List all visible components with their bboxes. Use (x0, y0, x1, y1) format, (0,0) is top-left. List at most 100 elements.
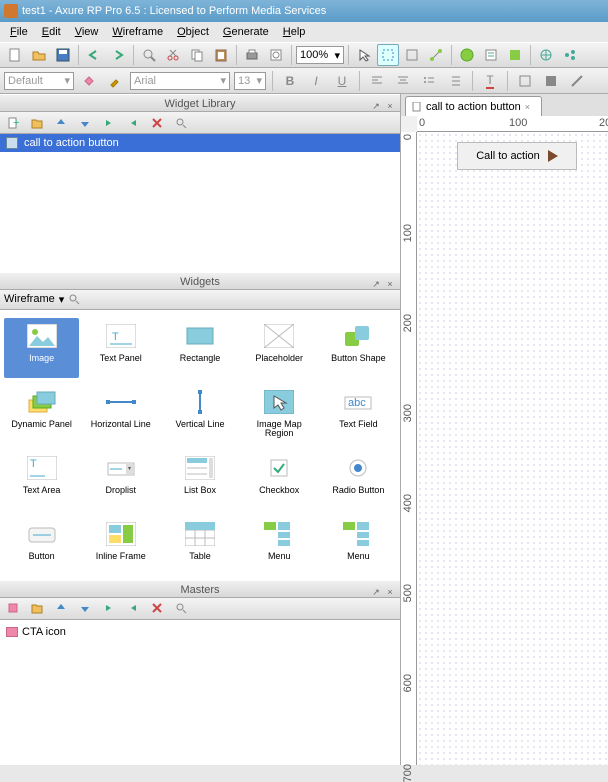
font-dropdown[interactable]: Arial▾ (130, 72, 230, 90)
undo-button[interactable] (83, 44, 105, 66)
line-spacing-button[interactable] (444, 70, 466, 92)
delete-button[interactable] (146, 597, 168, 619)
open-button[interactable] (28, 44, 50, 66)
style-dropdown[interactable]: Default▾ (4, 72, 74, 90)
move-up-button[interactable] (50, 597, 72, 619)
menu-object[interactable]: Object (171, 24, 215, 40)
zoom-input[interactable]: 100%▾ (296, 46, 344, 64)
canvas[interactable]: Call to action (417, 132, 608, 765)
widget-text-area[interactable]: TText Area (4, 450, 79, 510)
panel-pin-icon[interactable]: ↗ (370, 583, 382, 595)
add-master-button[interactable] (2, 597, 24, 619)
panel-pin-icon[interactable]: ↗ (370, 275, 382, 287)
spec-button[interactable] (480, 44, 502, 66)
widget-checkbox[interactable]: Checkbox (242, 450, 317, 510)
add-folder-button[interactable] (26, 597, 48, 619)
brush-button[interactable] (104, 70, 126, 92)
axshare-button[interactable] (535, 44, 557, 66)
copy-button[interactable] (186, 44, 208, 66)
add-page-button[interactable]: + (2, 112, 24, 134)
widget-rectangle[interactable]: Rectangle (162, 318, 237, 378)
widget-icon (341, 520, 375, 548)
publish-button[interactable] (456, 44, 478, 66)
new-button[interactable] (4, 44, 26, 66)
menu-view[interactable]: View (69, 24, 105, 40)
widget-menu[interactable]: Menu (321, 516, 396, 576)
indent-button[interactable] (122, 112, 144, 134)
bullets-button[interactable] (418, 70, 440, 92)
panel-close-icon[interactable]: × (384, 275, 396, 287)
tab-call-to-action[interactable]: call to action button × (405, 96, 542, 116)
widget-table[interactable]: Table (162, 516, 237, 576)
search-button[interactable] (170, 597, 192, 619)
select-tool[interactable] (353, 44, 375, 66)
select-mode[interactable] (377, 44, 399, 66)
widget-dynamic-panel[interactable]: Dynamic Panel (4, 384, 79, 444)
widget-label: List Box (184, 486, 216, 506)
preview-button[interactable] (265, 44, 287, 66)
master-item[interactable]: CTA icon (4, 624, 396, 640)
widget-button-shape[interactable]: Button Shape (321, 318, 396, 378)
share-button[interactable] (559, 44, 581, 66)
print-button[interactable] (241, 44, 263, 66)
panel-pin-icon[interactable]: ↗ (370, 97, 382, 109)
border-button[interactable] (514, 70, 536, 92)
text-color-button[interactable]: T (479, 70, 501, 92)
cut-button[interactable] (162, 44, 184, 66)
region-tool[interactable] (401, 44, 423, 66)
outdent-button[interactable] (98, 112, 120, 134)
widget-icon (341, 322, 375, 350)
underline-button[interactable]: U (331, 70, 353, 92)
widget-label: Button (29, 552, 55, 572)
widget-droplist[interactable]: Droplist (83, 450, 158, 510)
save-button[interactable] (52, 44, 74, 66)
widget-label: Text Panel (100, 354, 142, 374)
widget-text-panel[interactable]: TText Panel (83, 318, 158, 378)
menu-wireframe[interactable]: Wireframe (106, 24, 169, 40)
gen1-button[interactable] (504, 44, 526, 66)
widget-vertical-line[interactable]: Vertical Line (162, 384, 237, 444)
menu-file[interactable]: File (4, 24, 34, 40)
widget-inline-frame[interactable]: Inline Frame (83, 516, 158, 576)
widget-horizontal-line[interactable]: Horizontal Line (83, 384, 158, 444)
search-button[interactable] (170, 112, 192, 134)
redo-button[interactable] (107, 44, 129, 66)
panel-close-icon[interactable]: × (384, 97, 396, 109)
bold-button[interactable]: B (279, 70, 301, 92)
move-up-button[interactable] (50, 112, 72, 134)
outdent-button[interactable] (98, 597, 120, 619)
close-tab-icon[interactable]: × (525, 102, 535, 112)
widget-placeholder[interactable]: Placeholder (242, 318, 317, 378)
line-color-button[interactable] (566, 70, 588, 92)
cta-widget[interactable]: Call to action (457, 142, 577, 170)
sitemap-item[interactable]: call to action button (0, 134, 400, 152)
move-down-button[interactable] (74, 112, 96, 134)
widget-menu[interactable]: Menu (242, 516, 317, 576)
fontsize-dropdown[interactable]: 13▾ (234, 72, 266, 90)
menu-edit[interactable]: Edit (36, 24, 67, 40)
search-icon[interactable] (68, 293, 80, 305)
connect-tool[interactable] (425, 44, 447, 66)
move-down-button[interactable] (74, 597, 96, 619)
find-button[interactable] (138, 44, 160, 66)
panel-close-icon[interactable]: × (384, 583, 396, 595)
menu-generate[interactable]: Generate (217, 24, 275, 40)
add-folder-button[interactable] (26, 112, 48, 134)
widget-text-field[interactable]: abcText Field (321, 384, 396, 444)
paste-button[interactable] (210, 44, 232, 66)
align-center-button[interactable] (392, 70, 414, 92)
align-left-button[interactable] (366, 70, 388, 92)
widget-image-map-region[interactable]: Image Map Region (242, 384, 317, 444)
widget-list-box[interactable]: List Box (162, 450, 237, 510)
menu-help[interactable]: Help (277, 24, 312, 40)
library-dropdown[interactable]: Wireframe (4, 293, 55, 305)
widget-button[interactable]: Button (4, 516, 79, 576)
delete-button[interactable] (146, 112, 168, 134)
widget-radio-button[interactable]: Radio Button (321, 450, 396, 510)
fill-button[interactable] (78, 70, 100, 92)
italic-button[interactable]: I (305, 70, 327, 92)
widget-image[interactable]: Image (4, 318, 79, 378)
window-title: test1 - Axure RP Pro 6.5 : Licensed to P… (22, 5, 326, 17)
fill-color-button[interactable] (540, 70, 562, 92)
indent-button[interactable] (122, 597, 144, 619)
